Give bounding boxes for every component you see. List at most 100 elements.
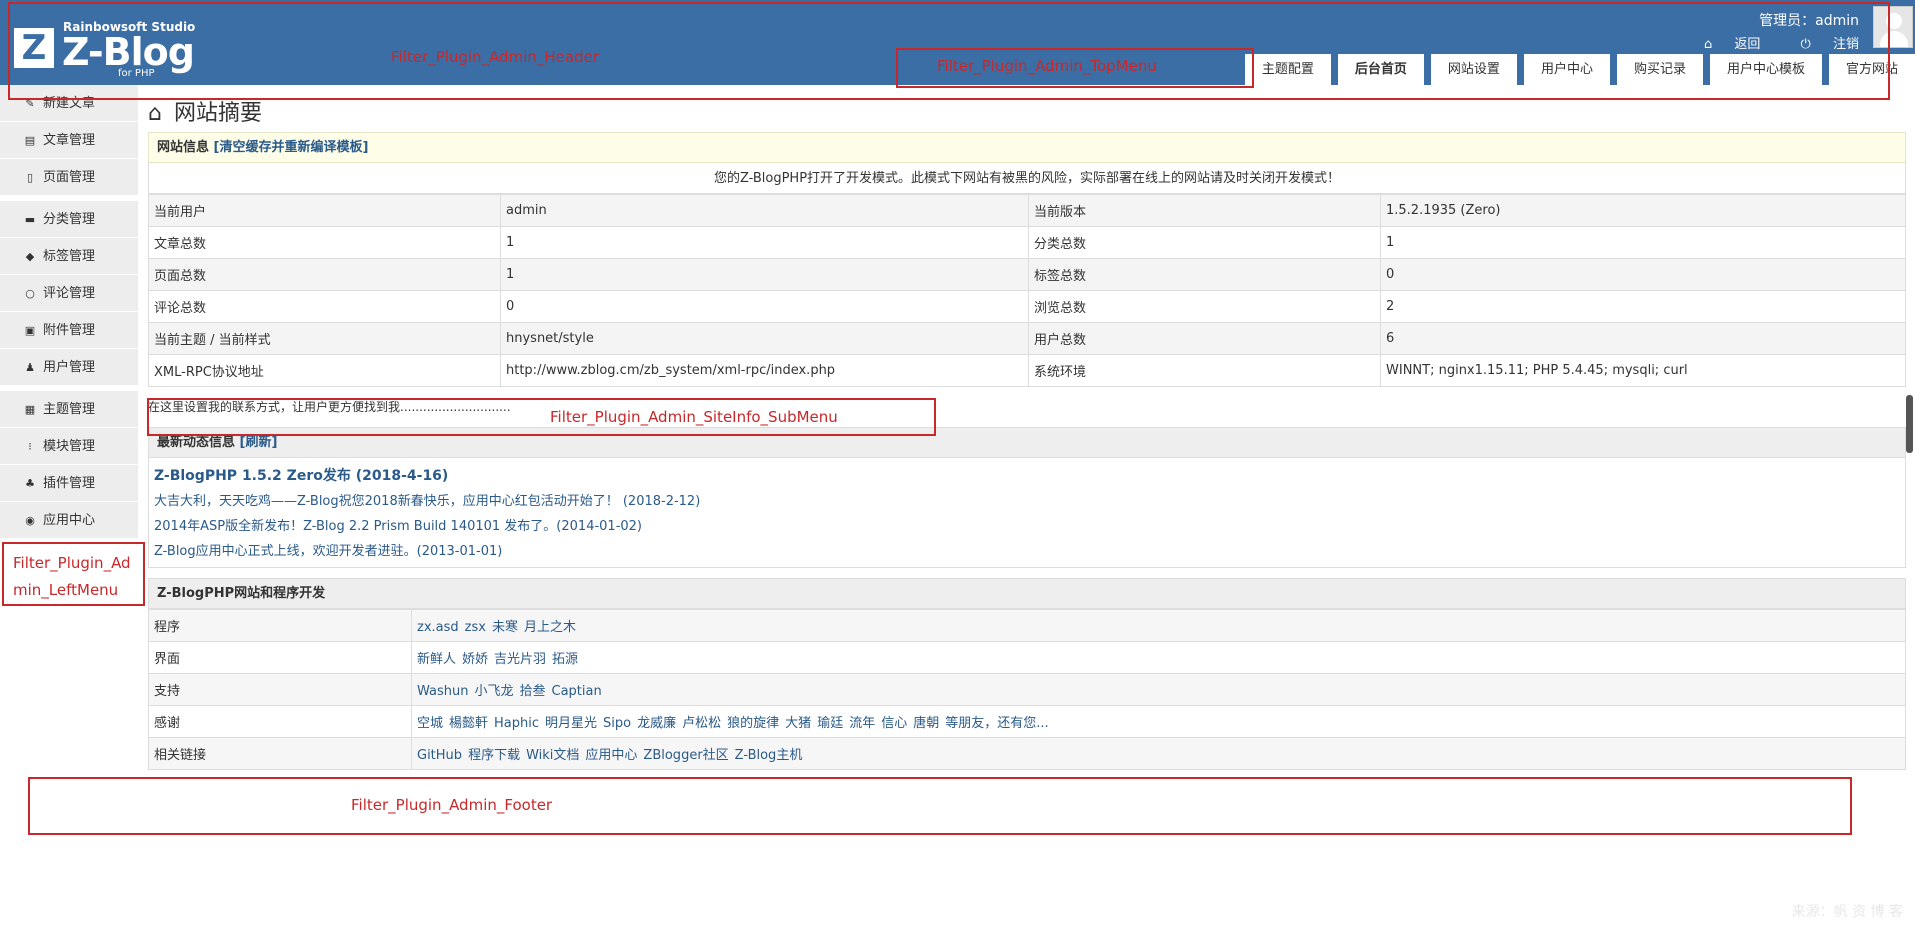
credit-link[interactable]: 娇娇 [462, 652, 488, 667]
dev-mode-notice: 您的Z-BlogPHP打开了开发模式。此模式下网站有被黑的风险，实际部署在线上的… [148, 163, 1906, 194]
table-row: XML-RPC协议地址 http://www.zblog.cm/zb_system… [148, 354, 1906, 387]
table-cell: 当前版本 [1028, 194, 1381, 227]
annotation-topmenu-label: Filter_Plugin_Admin_TopMenu [937, 57, 1157, 75]
sidebar-item-3[interactable]: ▬ 分类管理 [0, 201, 138, 238]
credit-link[interactable]: 等朋友，还有您... [945, 716, 1048, 731]
credit-link[interactable]: 大猪 [785, 716, 811, 731]
sidebar-item-4[interactable]: ◆ 标签管理 [0, 238, 138, 275]
table-cell: http://www.zblog.cm/zb_system/xml-rpc/in… [500, 354, 1029, 387]
credit-link[interactable]: 新鲜人 [417, 652, 456, 667]
annotation-footer-label: Filter_Plugin_Admin_Footer [351, 796, 553, 814]
sidebar-item-6[interactable]: ▣ 附件管理 [0, 312, 138, 349]
credit-link[interactable]: GitHub [417, 748, 462, 763]
credit-link[interactable]: 未寒 [492, 620, 518, 635]
credit-link[interactable]: 应用中心 [585, 748, 637, 763]
table-row: 支持 Washun 小飞龙 拾叁 Captian [148, 673, 1906, 706]
sidebar-item-label: 页面管理 [43, 170, 96, 185]
credit-link[interactable]: Washun [417, 684, 468, 699]
news-list: Z-BlogPHP 1.5.2 Zero发布 (2018-4-16) 大吉大利，天… [148, 458, 1906, 568]
folder-icon: ▬ [24, 213, 36, 226]
credit-link[interactable]: 拓源 [552, 652, 578, 667]
credit-key: 感谢 [148, 705, 412, 738]
left-menu: ✎ 新建文章 ▤ 文章管理 ▯ 页面管理 ▬ 分类管理 ◆ 标签管理 ○ 评论管理 ▣ 附件管理 ♟ 用户管理… [0, 85, 138, 539]
credit-link[interactable]: 龙威廉 [637, 716, 676, 731]
credit-link[interactable]: 瑜廷 [817, 716, 843, 731]
news-item[interactable]: Z-Blog应用中心正式上线，欢迎开发者进驻。(2013-01-01) [154, 539, 1900, 564]
credit-link[interactable]: 唐朝 [913, 716, 939, 731]
credit-key: 相关链接 [148, 737, 412, 770]
credit-link[interactable]: 拾叁 [520, 684, 546, 699]
user-icon: ♟ [25, 361, 35, 374]
site-info-title: 网站信息 [157, 140, 210, 155]
table-cell: 文章总数 [148, 226, 501, 259]
sidebar-item-1[interactable]: ▤ 文章管理 [0, 122, 138, 159]
table-cell: 标签总数 [1028, 258, 1381, 291]
sidebar-item-11[interactable]: ◉ 应用中心 [0, 502, 138, 539]
table-cell: 当前用户 [148, 194, 501, 227]
news-item[interactable]: 2014年ASP版全新发布！Z-Blog 2.2 Prism Build 140… [154, 514, 1900, 539]
credit-link[interactable]: 程序下载 [468, 748, 520, 763]
credit-link[interactable]: Wiki文档 [526, 748, 579, 763]
clear-cache-link[interactable]: [清空缓存并重新编译模板] [214, 140, 369, 155]
table-cell: hnysnet/style [500, 322, 1029, 355]
table-cell: 0 [1380, 258, 1906, 291]
credit-link[interactable]: zsx [465, 620, 486, 635]
sidebar-item-label: 应用中心 [43, 513, 96, 528]
sidebar-item-label: 附件管理 [43, 323, 96, 338]
annotation-submenu-label: Filter_Plugin_Admin_SiteInfo_SubMenu [550, 408, 838, 426]
table-row: 当前用户 admin 当前版本 1.5.2.1935 (Zero) [148, 194, 1906, 227]
table-row: 当前主题 / 当前样式 hnysnet/style 用户总数 6 [148, 322, 1906, 355]
table-cell: 页面总数 [148, 258, 501, 291]
sidebar-item-5[interactable]: ○ 评论管理 [0, 275, 138, 312]
news-item[interactable]: 大吉大利，天天吃鸡——Z-Blog祝您2018新春快乐，应用中心红包活动开始了！… [154, 489, 1900, 514]
credit-link[interactable]: 小飞龙 [474, 684, 513, 699]
credit-link[interactable]: Captian [552, 684, 602, 699]
credit-key: 支持 [148, 673, 412, 706]
theme-icon: ▦ [24, 403, 36, 416]
sidebar-item-2[interactable]: ▯ 页面管理 [0, 159, 138, 196]
table-row: 界面 新鲜人 娇娇 吉光片羽 拓源 [148, 641, 1906, 674]
credit-values: 新鲜人 娇娇 吉光片羽 拓源 [411, 641, 1906, 674]
table-row: 页面总数 1 标签总数 0 [148, 258, 1906, 291]
credit-key: 界面 [148, 641, 412, 674]
credit-link[interactable]: 空城 [417, 716, 443, 731]
sidebar-item-10[interactable]: ♣ 插件管理 [0, 465, 138, 502]
page-title: ⌂ 网站摘要 [148, 96, 1906, 132]
site-info-table: 当前用户 admin 当前版本 1.5.2.1935 (Zero) 文章总数 1 分类总数 1… [148, 194, 1906, 387]
credit-link[interactable]: Haphic [494, 716, 539, 731]
table-cell: 分类总数 [1028, 226, 1381, 259]
credit-link[interactable]: Sipo [603, 716, 631, 731]
credit-link[interactable]: 流年 [849, 716, 875, 731]
credit-link[interactable]: 卢松松 [682, 716, 721, 731]
sidebar-item-label: 文章管理 [43, 133, 96, 148]
credit-values: 空城 楊懿軒 Haphic 明月星光 Sipo 龙威廉 卢松松 狼的旋律 大猪 瑜廷 流年 信心 唐朝等… [411, 705, 1906, 738]
site-info-header: 网站信息 [清空缓存并重新编译模板] [148, 132, 1906, 163]
dev-credits-table: 程序 zx.asd zsx 未寒 月上之木 界面 新鲜人 娇娇 吉光片羽 拓源 支持 Washun 小飞… [148, 609, 1906, 770]
credit-link[interactable]: 吉光片羽 [494, 652, 546, 667]
table-cell: 6 [1380, 322, 1906, 355]
annotation-leftmenu-label: Filter_Plugin_Ad min_LeftMenu [13, 554, 131, 599]
credit-link[interactable]: 楊懿軒 [449, 716, 488, 731]
app-center-icon: ◉ [25, 514, 35, 527]
sidebar-item-label: 分类管理 [43, 212, 96, 227]
sidebar-item-8[interactable]: ▦ 主题管理 [0, 391, 138, 428]
credit-link[interactable]: zx.asd [417, 620, 459, 635]
table-cell: 1 [500, 258, 1029, 291]
sidebar-item-9[interactable]: ⁝ 模块管理 [0, 428, 138, 465]
table-row: 相关链接 GitHub 程序下载 Wiki文档 应用中心 ZBlogger社区 Z-Blog… [148, 737, 1906, 770]
credit-link[interactable]: 月上之木 [524, 620, 576, 635]
news-item[interactable]: Z-BlogPHP 1.5.2 Zero发布 (2018-4-16) [154, 464, 1900, 489]
refresh-news-link[interactable]: [刷新] [240, 435, 278, 450]
table-cell: 1.5.2.1935 (Zero) [1380, 194, 1906, 227]
credit-link[interactable]: ZBlogger社区 [643, 748, 728, 763]
sidebar-item-label: 主题管理 [43, 402, 96, 417]
annotation-footer-box [28, 777, 1852, 835]
table-cell: 当前主题 / 当前样式 [148, 322, 501, 355]
credit-link[interactable]: 明月星光 [545, 716, 597, 731]
credit-link[interactable]: 信心 [881, 716, 907, 731]
sidebar-item-7[interactable]: ♟ 用户管理 [0, 349, 138, 386]
table-cell: 用户总数 [1028, 322, 1381, 355]
credit-link[interactable]: 狼的旋律 [727, 716, 779, 731]
credit-link[interactable]: Z-Blog主机 [735, 748, 803, 763]
scrollbar[interactable] [1906, 395, 1913, 453]
